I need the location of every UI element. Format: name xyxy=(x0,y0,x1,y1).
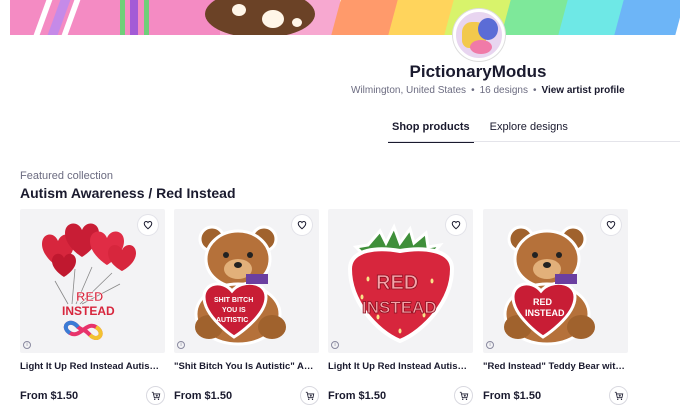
sticker-text: RED xyxy=(376,272,418,294)
collection-title[interactable]: Autism Awareness / Red Instead xyxy=(20,185,236,201)
product-image[interactable]: SHIT BITCH YOU IS AUTISTIC i xyxy=(174,209,319,353)
shop-banner xyxy=(10,0,680,35)
favorite-button[interactable] xyxy=(138,215,158,235)
heart-icon xyxy=(451,220,461,230)
banner-stripe xyxy=(614,0,680,35)
product-card[interactable]: RED INSTEAD i "Red Instead" Teddy Bear w… xyxy=(483,209,628,407)
tabs-divider xyxy=(388,141,680,142)
sticker-text: INSTEAD xyxy=(525,308,565,318)
favorite-button[interactable] xyxy=(292,215,312,235)
tab-shop-products[interactable]: Shop products xyxy=(388,118,474,143)
product-price: From $1.50 xyxy=(328,390,387,402)
info-icon[interactable]: i xyxy=(177,341,185,349)
favorite-button[interactable] xyxy=(601,215,621,235)
product-title[interactable]: "Red Instead" Teddy Bear with Red Heart … xyxy=(483,361,628,372)
artist-designs-count: 16 designs xyxy=(479,85,528,96)
shop-tabs: Shop products Explore designs xyxy=(388,118,572,143)
product-image[interactable]: RED INSTEAD i xyxy=(328,209,473,353)
product-price: From $1.50 xyxy=(20,390,79,402)
sticker-text: INSTEAD xyxy=(362,298,437,317)
favorite-button[interactable] xyxy=(446,215,466,235)
heart-icon xyxy=(606,220,616,230)
product-price: From $1.50 xyxy=(174,390,233,402)
product-image[interactable]: RED INSTEAD i xyxy=(483,209,628,353)
add-to-cart-icon xyxy=(459,391,468,400)
sticker-text: RED xyxy=(533,297,553,307)
separator-dot: • xyxy=(532,85,537,96)
product-image[interactable]: RED INSTEAD i xyxy=(20,209,165,353)
product-title[interactable]: Light It Up Red Instead Autism Awareness… xyxy=(328,361,473,372)
add-to-cart-button[interactable] xyxy=(300,386,319,405)
add-to-cart-button[interactable] xyxy=(609,386,628,405)
product-title[interactable]: "Shit Bitch You Is Autistic" Autism Stic… xyxy=(174,361,319,372)
heart-icon xyxy=(297,220,307,230)
sticker-text: YOU IS xyxy=(222,307,246,314)
sticker-text: RED xyxy=(76,289,103,304)
tab-explore-designs[interactable]: Explore designs xyxy=(486,118,572,143)
banner-artwork xyxy=(10,0,340,35)
artist-avatar[interactable] xyxy=(453,9,505,61)
add-to-cart-button[interactable] xyxy=(454,386,473,405)
info-icon[interactable]: i xyxy=(331,341,339,349)
info-icon[interactable]: i xyxy=(486,341,494,349)
heart-icon xyxy=(143,220,153,230)
artist-meta: Wilmington, United States • 16 designs • Vie… xyxy=(351,85,625,96)
add-to-cart-icon xyxy=(151,391,160,400)
artist-name: PictionaryModus xyxy=(409,62,547,81)
add-to-cart-icon xyxy=(614,391,623,400)
product-card[interactable]: RED INSTEAD i Light It Up Red Instead Au… xyxy=(20,209,165,407)
product-card[interactable]: SHIT BITCH YOU IS AUTISTIC i "Shit Bitch… xyxy=(174,209,319,407)
sticker-text: SHIT BITCH xyxy=(214,297,253,304)
product-price: From $1.50 xyxy=(483,390,542,402)
product-card[interactable]: RED INSTEAD i Light It Up Red Instead Au… xyxy=(328,209,473,407)
sticker-text: INSTEAD xyxy=(62,304,115,318)
add-to-cart-button[interactable] xyxy=(146,386,165,405)
add-to-cart-icon xyxy=(305,391,314,400)
sticker-text: AUTISTIC xyxy=(216,317,248,324)
separator-dot: • xyxy=(471,85,475,96)
product-title[interactable]: Light It Up Red Instead Autism Awareness… xyxy=(20,361,165,372)
banner-rainbow xyxy=(331,0,680,35)
artist-location: Wilmington, United States xyxy=(351,85,467,96)
view-artist-profile-link[interactable]: View artist profile xyxy=(541,85,624,96)
featured-collection-label: Featured collection xyxy=(20,170,113,182)
info-icon[interactable]: i xyxy=(23,341,31,349)
